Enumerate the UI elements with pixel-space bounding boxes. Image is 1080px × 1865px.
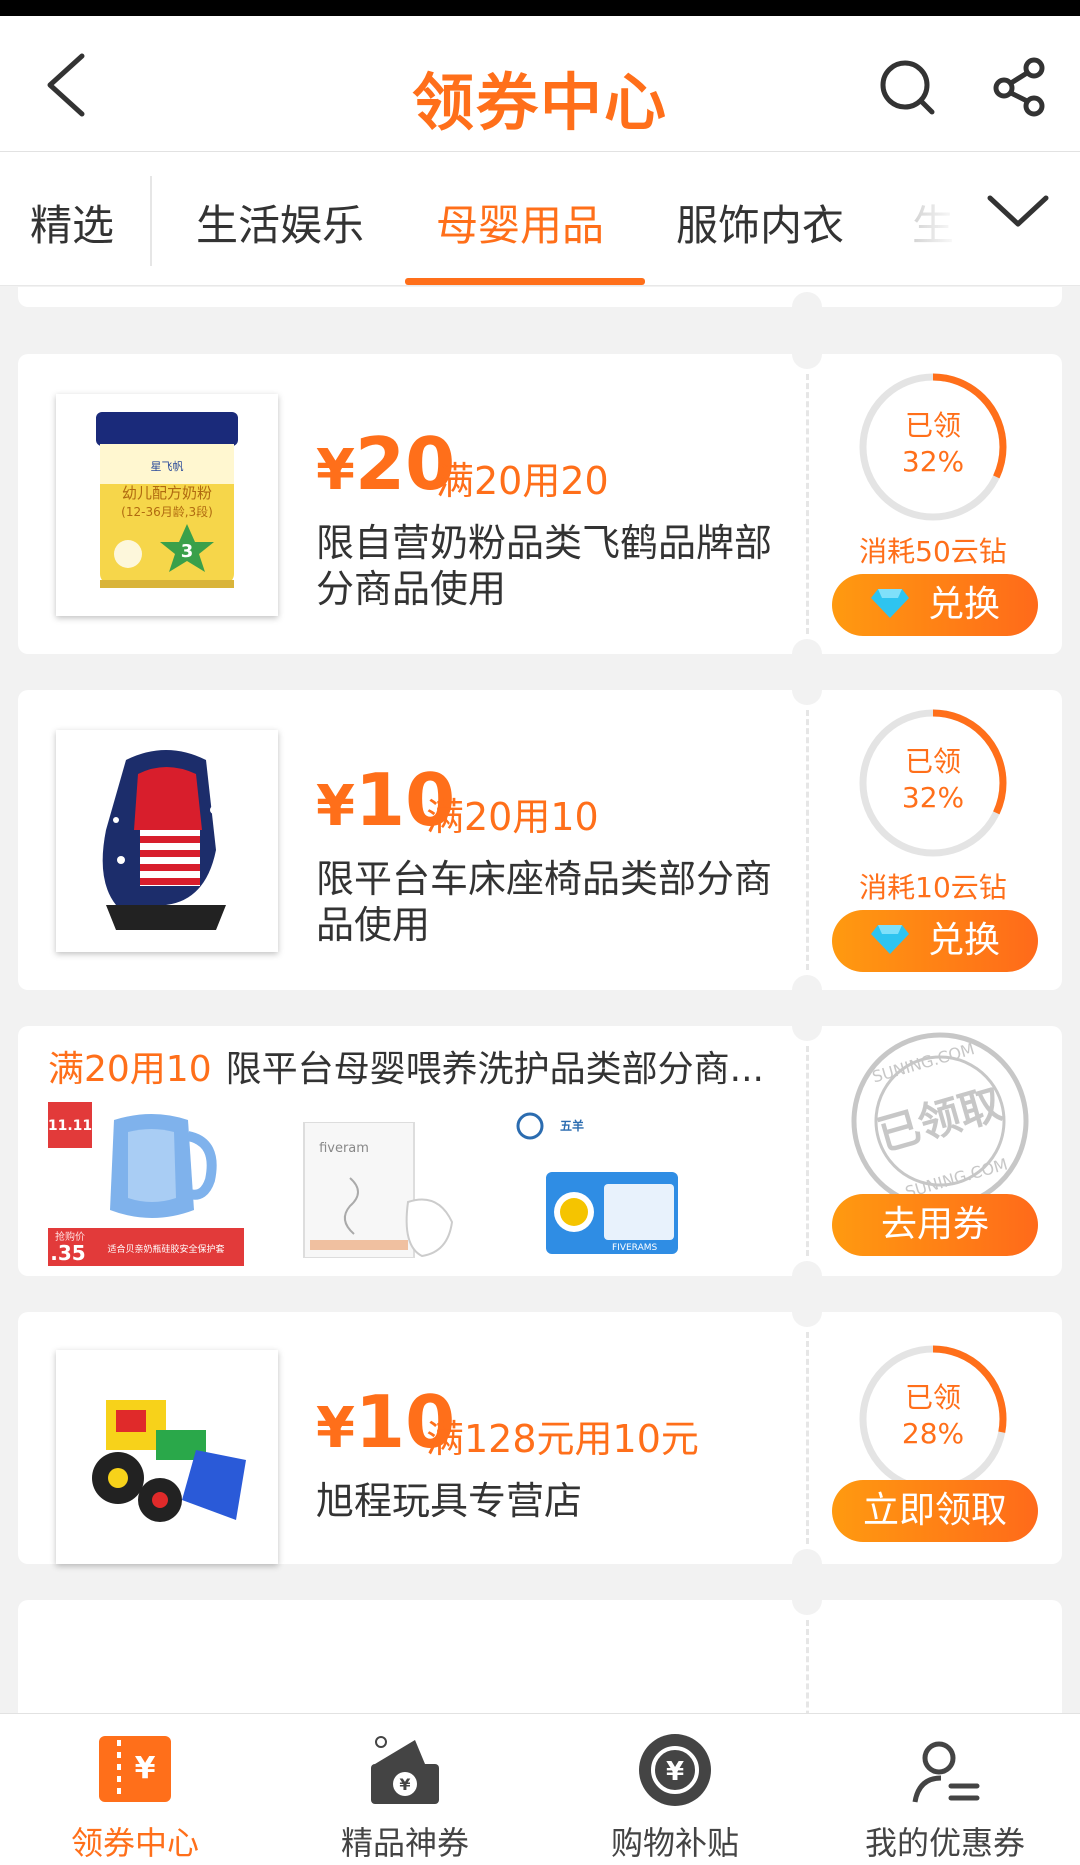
- header: 领券中心: [0, 16, 1080, 152]
- stamp-text: 已领取: [872, 1079, 1007, 1161]
- claimed-text: 已领 32%: [901, 745, 965, 814]
- milk-spec: (12-36月龄,3段): [121, 504, 213, 519]
- coupon-cost: 消耗50云钻: [859, 535, 1007, 568]
- milk-name: 幼儿配方奶粉: [122, 484, 212, 502]
- diamond-icon: [870, 925, 909, 954]
- nav-coupon-center[interactable]: ¥ 领券中心: [0, 1714, 270, 1865]
- product-price: .35: [50, 1241, 85, 1265]
- card-notch: [792, 1297, 822, 1327]
- tab-separator: [150, 176, 152, 266]
- coupon-condition: 满20用20: [436, 459, 609, 503]
- product-image-toy-truck[interactable]: [56, 1350, 278, 1564]
- stamp-site-top: SUNING.COM: [870, 1039, 977, 1086]
- wipes-brand: 五羊: [560, 1118, 584, 1133]
- bundle-product-bottle-cover[interactable]: 11.11 抢购价 .35 适合贝亲奶瓶硅胶安全保护套: [48, 1102, 244, 1266]
- nav-label: 购物补贴: [610, 1824, 739, 1862]
- promo-badge: 11.11: [48, 1118, 92, 1134]
- coupon-scope: 旭程玩具专营店: [316, 1479, 583, 1523]
- coupon-scope: 限自营奶粉品类飞鹤品牌部分商品使用: [316, 521, 773, 611]
- card-notch: [792, 639, 822, 669]
- card-divider: [806, 1620, 809, 1713]
- search-icon: [880, 60, 935, 115]
- coupon-ticket-icon: ¥: [99, 1736, 171, 1802]
- coupon-list: 星飞帆 幼儿配方奶粉 (12-36月龄,3段) 3 ¥20 满20用20 限自营…: [0, 287, 1080, 1713]
- nav-label: 领券中心: [70, 1824, 199, 1862]
- nav-label: 我的优惠券: [864, 1824, 1025, 1862]
- coupon-card: 星飞帆 幼儿配方奶粉 (12-36月龄,3段) 3 ¥20 满20用20 限自营…: [18, 339, 1062, 669]
- tab-fade: [900, 152, 960, 285]
- category-tabs: 精选 生活娱乐 母婴用品 服饰内衣 生: [0, 152, 1080, 286]
- toy-truck-image: [92, 1400, 246, 1522]
- card-divider: [806, 1332, 809, 1544]
- exchange-button[interactable]: 兑换: [832, 910, 1038, 972]
- status-bar: [0, 0, 1080, 16]
- milk-stage: 3: [181, 541, 194, 562]
- search-button[interactable]: [876, 56, 938, 118]
- use-coupon-button[interactable]: 去用券: [832, 1194, 1038, 1256]
- bundle-description: 限平台母婴喂养洗护品类部分商...: [225, 1049, 764, 1090]
- bottom-navigation: ¥ 领券中心 ¥ 精品神券 ¥ 购物补贴 我的优惠券: [0, 1713, 1080, 1865]
- coupon-amount: ¥20: [316, 422, 456, 506]
- claimed-stamp: SUNING.COM 已领取 SUNING.COM: [851, 1032, 1029, 1210]
- coupon-condition: 满20用10: [426, 795, 599, 839]
- card-notch: [792, 339, 822, 369]
- claimed-text: 已领 28%: [901, 1381, 965, 1450]
- user-coupon-icon: [912, 1741, 980, 1803]
- exchange-button[interactable]: 兑换: [832, 574, 1038, 636]
- card-notch: [792, 975, 822, 1005]
- card-notch: [792, 1011, 822, 1041]
- share-button[interactable]: [990, 56, 1050, 118]
- diamond-icon: [870, 589, 909, 618]
- card-notch: [792, 292, 822, 322]
- active-tab-indicator: [405, 278, 645, 285]
- mask-brand: fiveram: [319, 1141, 369, 1156]
- coupon-card: ¥10 满20用10 限平台车床座椅品类部分商品使用 已领 32% 消耗10云钻…: [18, 675, 1062, 1005]
- chevron-down-icon: [987, 195, 1049, 227]
- bundle-condition: 满20用10: [48, 1049, 212, 1090]
- svg-text:¥: ¥: [666, 1757, 684, 1787]
- tab-mother-baby[interactable]: 母婴用品: [436, 192, 604, 253]
- card-divider: [806, 374, 809, 634]
- card-divider: [806, 710, 809, 970]
- svg-text:¥: ¥: [135, 1751, 156, 1786]
- milk-brand: 星飞帆: [151, 459, 184, 473]
- card-notch: [792, 1549, 822, 1579]
- bottle-cover-image: 11.11 抢购价 .35 适合贝亲奶瓶硅胶安全保护套: [48, 1102, 244, 1266]
- coupon-scope: 限平台车床座椅品类部分商品使用: [316, 857, 773, 947]
- tab-life-entertainment[interactable]: 生活娱乐: [196, 192, 364, 253]
- coupon-card-partial: [18, 1585, 1062, 1713]
- share-icon: [993, 57, 1045, 117]
- product-image-milk-powder[interactable]: 星飞帆 幼儿配方奶粉 (12-36月龄,3段) 3: [56, 394, 278, 616]
- nav-my-coupons[interactable]: 我的优惠券: [810, 1714, 1080, 1865]
- wipes-pack-image: 五羊 FIVERAMS: [516, 1112, 678, 1254]
- nav-shopping-subsidy[interactable]: ¥ 购物补贴: [540, 1714, 810, 1865]
- coupon-card: ¥10 满128元用10元 旭程玩具专营店 已领 28% 立即领取: [18, 1297, 1062, 1579]
- svg-text:¥: ¥: [399, 1775, 410, 1794]
- bundle-product-mask[interactable]: fiveram: [288, 1121, 464, 1259]
- card-notch: [792, 1261, 822, 1291]
- tab-apparel[interactable]: 服饰内衣: [676, 192, 844, 253]
- card-notch: [792, 1585, 822, 1615]
- nav-premium-coupons[interactable]: ¥ 精品神券: [270, 1714, 540, 1865]
- product-caption: 适合贝亲奶瓶硅胶安全保护套: [107, 1243, 224, 1255]
- premium-coupon-icon: ¥: [371, 1736, 439, 1804]
- coupon-condition: 满128元用10元: [426, 1417, 699, 1461]
- milk-can-image: 星飞帆 幼儿配方奶粉 (12-36月龄,3段) 3: [96, 412, 238, 588]
- car-seat-image: [102, 750, 226, 930]
- claimed-text: 已领 32%: [901, 409, 965, 478]
- card-notch: [792, 675, 822, 705]
- coupon-card-partial: [18, 287, 1062, 322]
- yen-coin-icon: ¥: [639, 1734, 711, 1806]
- bundle-coupon-card: 满20用10 限平台母婴喂养洗护品类部分商... 11.11 抢购价 .35 适合…: [18, 1011, 1062, 1291]
- product-image-car-seat[interactable]: [56, 730, 278, 952]
- bundle-product-wipes[interactable]: 五羊 FIVERAMS: [494, 1102, 690, 1266]
- claim-now-button[interactable]: 立即领取: [832, 1480, 1038, 1542]
- tab-jingxuan[interactable]: 精选: [30, 192, 114, 253]
- nav-label: 精品神券: [340, 1824, 469, 1862]
- bundle-title: 满20用10 限平台母婴喂养洗护品类部分商...: [48, 1040, 808, 1092]
- mask-pack-image: fiveram: [303, 1121, 454, 1259]
- more-tabs-button[interactable]: [960, 152, 1080, 285]
- coupon-cost: 消耗10云钻: [859, 871, 1007, 904]
- wipes-logo: FIVERAMS: [612, 1243, 657, 1253]
